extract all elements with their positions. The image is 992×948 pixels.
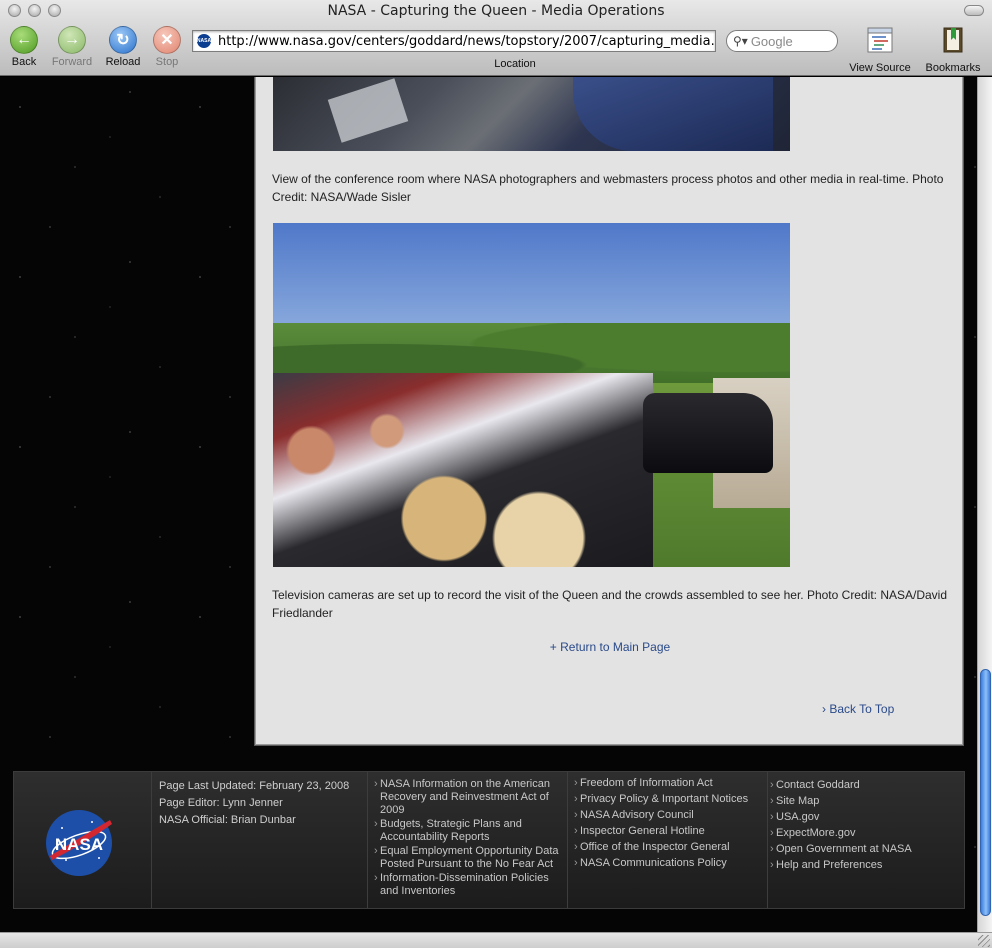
page-editor: Page Editor: Lynn Jenner (159, 797, 283, 809)
footer-links-column-2: Freedom of Information Act Privacy Polic… (568, 772, 768, 908)
toolbar-toggle-button[interactable] (964, 5, 984, 16)
bookmarks-label: Bookmarks (925, 62, 981, 74)
footer-link-ig-hotline[interactable]: Inspector General Hotline (574, 824, 761, 839)
footer-link-advisory-council[interactable]: NASA Advisory Council (574, 808, 761, 823)
view-source-button[interactable]: View Source (846, 26, 914, 74)
photo-caption: View of the conference room where NASA p… (272, 172, 944, 204)
scrollbar-thumb[interactable] (980, 669, 991, 916)
page-viewport: View of the conference room where NASA p… (0, 77, 977, 932)
footer-link-expectmore[interactable]: ExpectMore.gov (770, 826, 958, 841)
browser-toolbar: NASA - Capturing the Queen - Media Opera… (0, 0, 992, 76)
footer-link-office-of-ig[interactable]: Office of the Inspector General (574, 840, 761, 855)
location-label: Location (494, 58, 536, 70)
bookmarks-button[interactable]: Bookmarks (920, 26, 986, 74)
vertical-scrollbar[interactable] (977, 77, 992, 932)
search-input[interactable] (750, 33, 831, 49)
nasa-favicon-icon: NASA (197, 34, 211, 48)
conference-room-photo (273, 77, 790, 151)
footer-link-budgets[interactable]: Budgets, Strategic Plans and Accountabil… (374, 818, 559, 844)
window-title: NASA - Capturing the Queen - Media Opera… (327, 3, 665, 19)
footer-link-communications-policy[interactable]: NASA Communications Policy (574, 856, 761, 871)
back-arrow-icon: ← (10, 26, 38, 54)
stop-label: Stop (155, 56, 179, 68)
footer-link-open-government[interactable]: Open Government at NASA (770, 842, 958, 857)
page-last-updated: Page Last Updated: February 23, 2008 (159, 780, 350, 792)
footer-link-site-map[interactable]: Site Map (770, 794, 958, 809)
view-source-label: View Source (849, 62, 911, 74)
footer-link-foia[interactable]: Freedom of Information Act (574, 776, 761, 791)
nasa-meatball-logo[interactable]: NASA (44, 808, 114, 878)
footer-link-no-fear-act[interactable]: Equal Employment Opportunity Data Posted… (374, 845, 559, 871)
view-source-icon (867, 27, 893, 53)
back-label: Back (11, 56, 37, 68)
forward-button[interactable]: → Forward (46, 26, 98, 68)
nasa-official: NASA Official: Brian Dunbar (159, 814, 296, 826)
footer-link-recovery-act[interactable]: NASA Information on the American Recover… (374, 778, 559, 817)
footer-link-contact-goddard[interactable]: Contact Goddard (770, 778, 958, 793)
reload-icon: ↻ (109, 26, 137, 54)
url-text: http://www.nasa.gov/centers/goddard/news… (218, 33, 715, 49)
forward-arrow-icon: → (58, 26, 86, 54)
footer-link-information-dissemination[interactable]: Information-Dissemination Policies and I… (374, 872, 559, 898)
return-to-main-page-link[interactable]: + Return to Main Page (256, 640, 964, 654)
article-content-panel: View of the conference room where NASA p… (254, 77, 964, 746)
url-field[interactable]: NASA http://www.nasa.gov/centers/goddard… (192, 30, 716, 52)
photo-caption: Television cameras are set up to record … (272, 588, 948, 620)
bookmarks-icon (943, 27, 963, 53)
back-button[interactable]: ← Back (0, 26, 50, 68)
footer-logo-column: NASA (14, 772, 152, 908)
nasa-logo-text: NASA (55, 835, 103, 854)
site-footer: NASA Page Last Updated: February 23, 200… (13, 771, 965, 909)
resize-grip-icon[interactable] (978, 935, 990, 947)
footer-link-help-preferences[interactable]: Help and Preferences (770, 858, 958, 873)
status-bar (0, 932, 992, 948)
search-icon: ⚲▾ (733, 34, 748, 48)
back-to-top-link[interactable]: › Back To Top (822, 702, 894, 716)
footer-link-privacy-policy[interactable]: Privacy Policy & Important Notices (574, 792, 761, 807)
stop-icon: ✕ (153, 26, 181, 54)
search-field[interactable]: ⚲▾ (726, 30, 838, 52)
stop-button[interactable]: ✕ Stop (141, 26, 193, 68)
footer-links-column-1: NASA Information on the American Recover… (368, 772, 568, 908)
footer-link-usa-gov[interactable]: USA.gov (770, 810, 958, 825)
forward-label: Forward (51, 56, 93, 68)
television-cameras-crowd-photo (273, 223, 790, 567)
footer-links-column-3: Contact Goddard Site Map USA.gov ExpectM… (768, 772, 964, 908)
footer-page-info-column: Page Last Updated: February 23, 2008 Pag… (152, 772, 368, 908)
